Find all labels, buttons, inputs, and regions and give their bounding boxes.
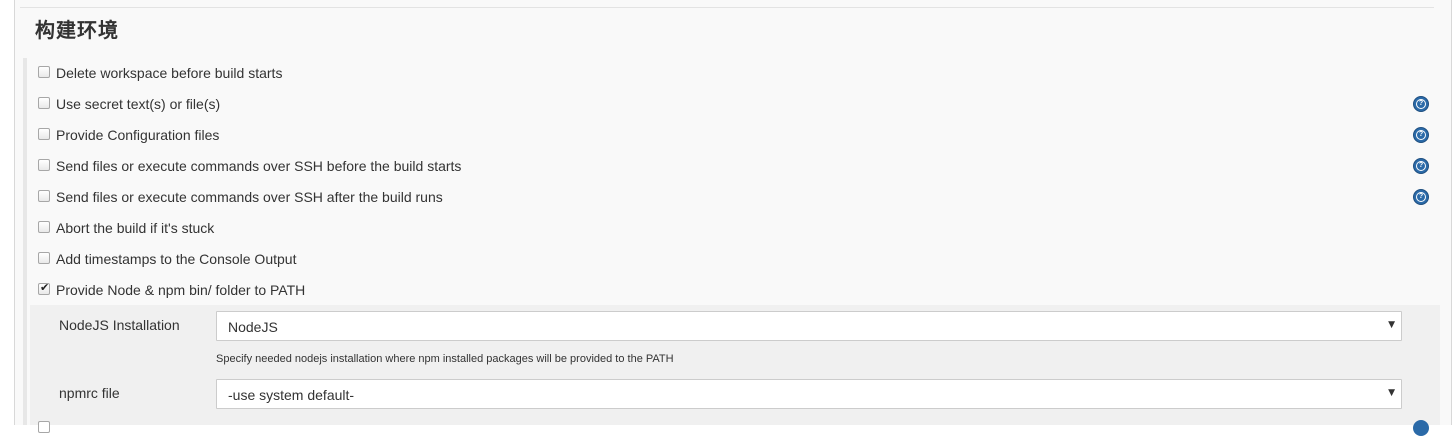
option-checkbox[interactable] [38, 97, 50, 109]
option-ssh-after-build[interactable]: Send files or execute commands over SSH … [30, 182, 1440, 213]
nodejs-installation-label: NodeJS Installation [59, 317, 180, 333]
option-checkbox-checked[interactable]: ✔ [38, 281, 50, 295]
option-checkbox[interactable] [38, 221, 50, 233]
option-label: Send files or execute commands over SSH … [56, 189, 443, 205]
help-icon[interactable] [1413, 127, 1429, 143]
npmrc-file-label: npmrc file [59, 385, 120, 401]
option-timestamps[interactable]: Add timestamps to the Console Output [30, 244, 1440, 275]
option-checkbox[interactable] [38, 159, 50, 171]
section-title: 构建环境 [35, 18, 119, 42]
help-icon-partial[interactable] [1413, 420, 1429, 436]
option-label: Provide Node & npm bin/ folder to PATH [56, 282, 306, 298]
option-checkbox[interactable] [38, 190, 50, 202]
option-checkbox[interactable] [38, 252, 50, 264]
help-icon[interactable] [1413, 96, 1429, 112]
select-value: NodeJS [228, 319, 278, 335]
dropdown-arrow-icon: ▼ [1388, 388, 1395, 398]
option-label: Send files or execute commands over SSH … [56, 158, 462, 174]
nodejs-installation-description: Specify needed nodejs installation where… [216, 353, 674, 365]
option-checkbox-partial[interactable] [38, 421, 50, 433]
option-label: Add timestamps to the Console Output [56, 251, 297, 267]
option-delete-workspace[interactable]: Delete workspace before build starts [30, 58, 1440, 89]
option-abort-if-stuck[interactable]: Abort the build if it's stuck [30, 213, 1440, 244]
dropdown-arrow-icon: ▼ [1388, 320, 1395, 330]
section-indent-bar [23, 58, 27, 425]
npmrc-file-select[interactable]: -use system default- ▼ [216, 379, 1402, 409]
option-label: Delete workspace before build starts [56, 65, 283, 81]
option-secret-text[interactable]: Use secret text(s) or file(s) [30, 89, 1440, 120]
option-label: Abort the build if it's stuck [56, 220, 215, 236]
option-label: Provide Configuration files [56, 127, 220, 143]
option-provide-node[interactable]: ✔ Provide Node & npm bin/ folder to PATH [30, 275, 1440, 306]
checkmark-icon: ✔ [40, 281, 50, 294]
option-checkbox[interactable] [38, 66, 50, 78]
option-config-files[interactable]: Provide Configuration files [30, 120, 1440, 151]
nodejs-installation-select[interactable]: NodeJS ▼ [216, 311, 1402, 341]
select-value: -use system default- [228, 387, 355, 403]
option-label: Use secret text(s) or file(s) [56, 96, 221, 112]
section-divider [20, 7, 1434, 8]
option-checkbox[interactable] [38, 128, 50, 140]
help-icon[interactable] [1413, 158, 1429, 174]
option-ssh-before-build[interactable]: Send files or execute commands over SSH … [30, 151, 1440, 182]
help-icon[interactable] [1413, 189, 1429, 205]
